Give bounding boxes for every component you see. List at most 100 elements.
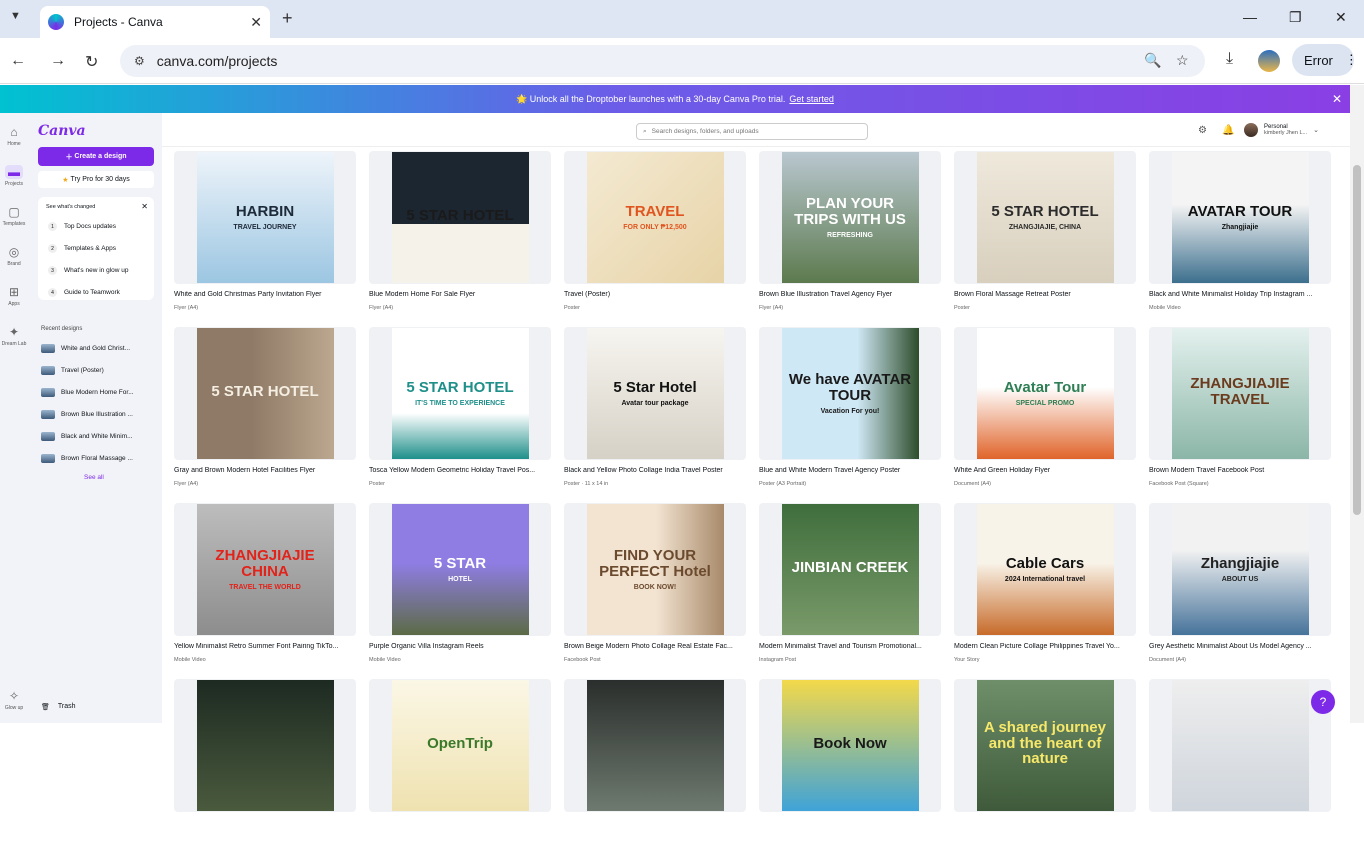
design-title[interactable]: Blue and White Modern Travel Agency Post… — [759, 467, 941, 474]
design-card[interactable]: HARBIN TRAVEL JOURNEY White and Gold Chris… — [174, 151, 356, 321]
help-button[interactable]: ? — [1311, 690, 1335, 714]
close-tab-icon[interactable]: ✕ — [250, 14, 262, 31]
design-card[interactable]: 5 STAR HOTEL IT'S TIME TO EXPERIENCE Tosca… — [369, 327, 551, 497]
design-title[interactable]: Modern Clean Picture Collage Philippines… — [954, 643, 1136, 650]
design-title[interactable]: Black and White Minimalist Holiday Trip … — [1149, 291, 1331, 298]
see-all-link[interactable]: See all — [84, 474, 104, 481]
new-tab-icon[interactable]: + — [282, 8, 293, 29]
design-thumbnail[interactable]: 5 STAR HOTEL — [369, 151, 551, 284]
design-title[interactable]: Grey Aesthetic Minimalist About Us Model… — [1149, 643, 1331, 650]
notifications-bell-icon[interactable]: 🔔 — [1222, 125, 1234, 136]
design-title[interactable]: Tosca Yellow Modern Geometric Holiday Tr… — [369, 467, 551, 474]
design-thumbnail[interactable]: HARBIN TRAVEL JOURNEY — [174, 151, 356, 284]
design-thumbnail[interactable]: FIND YOUR PERFECT Hotel BOOK NOW! — [564, 503, 746, 636]
design-thumbnail[interactable]: 5 STAR HOTEL — [369, 503, 551, 636]
create-design-button[interactable]: ＋ Create a design — [38, 147, 154, 166]
design-title[interactable]: White and Gold Christmas Party Invitatio… — [174, 291, 356, 298]
design-thumbnail[interactable]: A shared journey and the heart of nature — [954, 679, 1136, 812]
design-card[interactable]: JINBIAN CREEK Modern Minimalist Travel an… — [759, 503, 941, 673]
design-card[interactable] — [1149, 679, 1331, 849]
tab-search-icon[interactable]: ▼ — [10, 10, 21, 22]
promo-get-started-link[interactable]: Get started — [789, 94, 834, 104]
design-title[interactable]: Gray and Brown Modern Hotel Facilities F… — [174, 467, 356, 474]
browser-tab[interactable]: Projects - Canva ✕ — [40, 6, 270, 38]
download-icon[interactable]: ⤓ — [1226, 50, 1233, 68]
design-card[interactable]: 5 Star Hotel Avatar tour package Black and… — [564, 327, 746, 497]
forward-icon[interactable]: → — [50, 52, 66, 70]
zoom-icon[interactable]: 🔍 — [1144, 52, 1161, 69]
kebab-menu-icon[interactable]: ⋮ — [1345, 52, 1358, 68]
design-thumbnail[interactable]: 5 STAR HOTEL IT'S TIME TO EXPERIENCE — [369, 327, 551, 460]
design-title[interactable]: Yellow Minimalist Retro Summer Font Pair… — [174, 643, 356, 650]
reload-icon[interactable]: ↻ — [85, 52, 98, 72]
rail-templates[interactable]: ▢ Templates — [0, 205, 28, 227]
changed-item[interactable]: 3 What's new in glow up — [48, 266, 128, 275]
back-icon[interactable]: ← — [10, 52, 26, 70]
search-input[interactable]: ⌕ Search designs, folders, and uploads — [636, 123, 868, 140]
design-thumbnail[interactable]: 5 STAR HOTEL ZHANGJIAJIE, CHINA — [954, 151, 1136, 284]
design-card[interactable]: Cable Cars 2024 International travel Moder… — [954, 503, 1136, 673]
design-card[interactable]: ZHANGJIAJIE TRAVEL Brown Modern Travel Fa… — [1149, 327, 1331, 497]
design-card[interactable]: Book Now — [759, 679, 941, 849]
design-thumbnail[interactable]: OpenTrip — [369, 679, 551, 812]
trash-button[interactable]: 🗑 Trash — [41, 703, 76, 711]
design-title[interactable]: Brown Beige Modern Photo Collage Real Es… — [564, 643, 746, 650]
design-card[interactable]: PLAN YOUR TRIPS WITH US REFRESHING Brown B… — [759, 151, 941, 321]
profile-avatar[interactable] — [1258, 50, 1280, 72]
design-title[interactable]: Purple Organic Villa Instagram Reels — [369, 643, 551, 650]
design-card[interactable] — [174, 679, 356, 849]
design-thumbnail[interactable] — [564, 679, 746, 812]
design-title[interactable]: Brown Blue Illustration Travel Agency Fl… — [759, 291, 941, 298]
design-card[interactable]: OpenTrip — [369, 679, 551, 849]
design-thumbnail[interactable]: JINBIAN CREEK — [759, 503, 941, 636]
design-thumbnail[interactable]: Cable Cars 2024 International travel — [954, 503, 1136, 636]
design-thumbnail[interactable]: ZHANGJIAJIE TRAVEL — [1149, 327, 1331, 460]
design-thumbnail[interactable]: Book Now — [759, 679, 941, 812]
page-scrollbar[interactable] — [1350, 85, 1364, 723]
rail-glow-up[interactable]: ✧ Glow up — [0, 689, 28, 711]
design-thumbnail[interactable]: Zhangjiajie ABOUT US — [1149, 503, 1331, 636]
close-window-icon[interactable]: ✕ — [1335, 9, 1347, 26]
recent-design-item[interactable]: Brown Blue Illustration ... — [41, 410, 153, 419]
scrollbar-thumb[interactable] — [1353, 165, 1361, 515]
design-card[interactable]: 5 STAR HOTEL Purple Organic Villa Instagra… — [369, 503, 551, 673]
close-icon[interactable]: ✕ — [141, 202, 148, 211]
minimize-icon[interactable]: — — [1243, 9, 1257, 25]
design-card[interactable]: A shared journey and the heart of nature — [954, 679, 1136, 849]
design-thumbnail[interactable] — [174, 679, 356, 812]
design-thumbnail[interactable]: 5 STAR HOTEL — [174, 327, 356, 460]
site-info-icon[interactable]: ⚙ — [134, 54, 145, 68]
design-card[interactable]: TRAVEL FOR ONLY ₱12,500 Travel (Poster) Pos… — [564, 151, 746, 321]
design-card[interactable]: AVATAR TOUR Zhangjiajie Black and White Mi… — [1149, 151, 1331, 321]
design-title[interactable]: Brown Floral Massage Retreat Poster — [954, 291, 1136, 298]
recent-design-item[interactable]: Brown Floral Massage ... — [41, 454, 153, 463]
changed-item[interactable]: 1 Top Docs updates — [48, 222, 116, 231]
recent-design-item[interactable]: White and Gold Christ... — [41, 344, 153, 353]
rail-projects[interactable]: ▬ Projects — [0, 165, 28, 187]
rail-home[interactable]: ⌂ Home — [0, 125, 28, 147]
design-title[interactable]: Modern Minimalist Travel and Tourism Pro… — [759, 643, 941, 650]
restore-icon[interactable]: ❐ — [1289, 9, 1302, 26]
design-thumbnail[interactable]: TRAVEL FOR ONLY ₱12,500 — [564, 151, 746, 284]
recent-design-item[interactable]: Travel (Poster) — [41, 366, 153, 375]
account-switcher[interactable]: Personal kimberly Jhen L... ⌄ — [1244, 123, 1319, 137]
design-thumbnail[interactable]: ZHANGJIAJIE CHINA TRAVEL THE WORLD — [174, 503, 356, 636]
design-title[interactable]: White And Green Holiday Flyer — [954, 467, 1136, 474]
design-title[interactable]: Brown Modern Travel Facebook Post — [1149, 467, 1331, 474]
design-thumbnail[interactable]: PLAN YOUR TRIPS WITH US REFRESHING — [759, 151, 941, 284]
design-title[interactable]: Blue Modern Home For Sale Flyer — [369, 291, 551, 298]
design-thumbnail[interactable]: Avatar Tour SPECIAL PROMO — [954, 327, 1136, 460]
design-title[interactable]: Black and Yellow Photo Collage India Tra… — [564, 467, 746, 474]
design-title[interactable]: Travel (Poster) — [564, 291, 746, 298]
design-thumbnail[interactable]: 5 Star Hotel Avatar tour package — [564, 327, 746, 460]
design-card[interactable] — [564, 679, 746, 849]
design-card[interactable]: Zhangjiajie ABOUT US Grey Aesthetic Minima… — [1149, 503, 1331, 673]
close-icon[interactable]: ✕ — [1332, 92, 1342, 106]
recent-design-item[interactable]: Black and White Minim... — [41, 432, 153, 441]
rail-dream-lab[interactable]: ✦ Dream Lab — [0, 325, 28, 347]
recent-design-item[interactable]: Blue Modern Home For... — [41, 388, 153, 397]
design-thumbnail[interactable]: We have AVATAR TOUR Vacation For you! — [759, 327, 941, 460]
rail-brand[interactable]: ◎ Brand — [0, 245, 28, 267]
design-card[interactable]: Avatar Tour SPECIAL PROMO White And Green … — [954, 327, 1136, 497]
design-card[interactable]: 5 STAR HOTEL Blue Modern Home For Sale Fl… — [369, 151, 551, 321]
